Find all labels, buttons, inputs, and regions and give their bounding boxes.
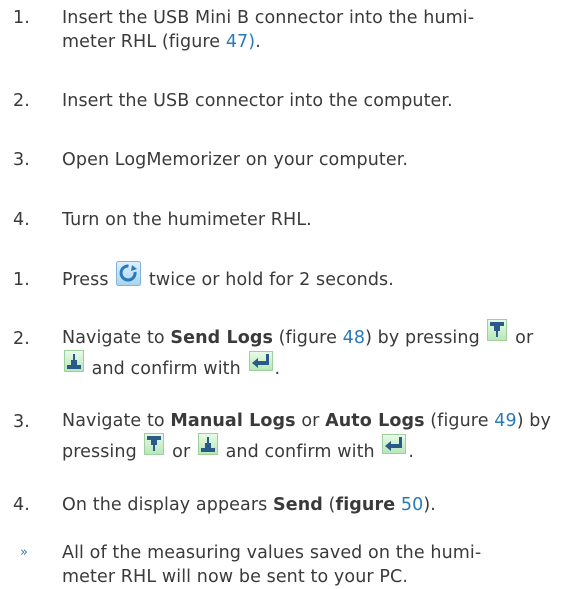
step-text: Turn on the humimeter RHL. (62, 210, 312, 230)
step-number: 2. (13, 91, 30, 111)
instruction-page: 1. Insert the USB Mini B connector into … (0, 0, 574, 589)
figure-link-49[interactable]: 49 (494, 411, 516, 431)
step-text: twice or hold for 2 seconds. (148, 270, 394, 290)
menu-item-auto-logs: Auto Logs (325, 411, 425, 431)
up-arrow-icon (197, 432, 218, 466)
step-number: 3. (13, 412, 30, 432)
down-arrow-icon (487, 318, 508, 352)
display-send-label: Send (273, 495, 323, 515)
step-text: (figure (272, 328, 343, 348)
up-arrow-icon (64, 349, 84, 383)
power-cycle-icon (116, 261, 142, 293)
step-text: . (274, 359, 281, 379)
result-text: All of the measuring values saved on the… (62, 543, 482, 563)
step-text: ) by (516, 411, 551, 431)
step-text: or (172, 442, 191, 462)
figure-link-48[interactable]: 48 (343, 328, 365, 348)
step-number: 3. (13, 150, 30, 170)
step-text: pressing (62, 442, 137, 462)
step-number: 2. (13, 329, 30, 349)
step-text: ) by pressing (365, 328, 480, 348)
step-number: 1. (13, 8, 30, 28)
result-bullet: » (20, 545, 29, 560)
step-text: (figure (424, 411, 495, 431)
step-number: 1. (13, 270, 30, 290)
step-text: Navigate to (62, 411, 171, 431)
step-text: Press (62, 270, 109, 290)
menu-item-manual-logs: Manual Logs (170, 411, 296, 431)
menu-item-send-logs: Send Logs (170, 328, 273, 348)
step-text: and confirm with (225, 442, 375, 462)
enter-icon (382, 433, 407, 465)
step-text: On the display appears (62, 495, 274, 515)
step-text: Open LogMemorizer on your computer. (62, 150, 409, 170)
step-number: 4. (13, 495, 30, 515)
step-text: ( (322, 495, 336, 515)
figure-label: figure (335, 495, 396, 515)
figure-link-50[interactable]: 50 (401, 495, 423, 515)
enter-icon (248, 350, 273, 382)
step-text: . (408, 442, 415, 462)
step-text: Navigate to (62, 328, 171, 348)
step-text: Insert the USB connector into the comput… (62, 91, 453, 111)
step-text: Insert the USB Mini B connector into the… (62, 8, 475, 28)
step-text: meter RHL (figure (62, 32, 226, 52)
step-text: and confirm with (91, 359, 241, 379)
result-text: meter RHL will now be sent to your PC. (62, 567, 408, 587)
figure-link-47[interactable]: 47) (226, 32, 255, 52)
step-text: or (515, 328, 534, 348)
step-text: or (295, 411, 326, 431)
down-arrow-icon (144, 432, 165, 466)
step-text: . (255, 32, 261, 52)
step-text: ). (423, 495, 436, 515)
step-number: 4. (13, 210, 30, 230)
